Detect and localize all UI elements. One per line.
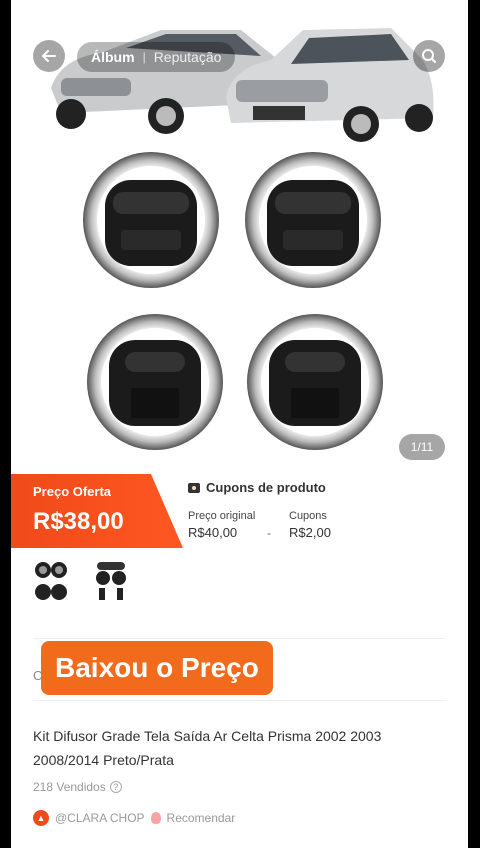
- top-bar: Álbum | Reputação: [11, 38, 468, 74]
- original-price-label: Preço original: [188, 510, 256, 522]
- tab-reputation[interactable]: Reputação: [154, 49, 222, 65]
- divider: [33, 638, 446, 639]
- ticket-icon: [188, 482, 200, 493]
- search-icon: [422, 49, 436, 63]
- search-button[interactable]: [413, 40, 445, 72]
- coupons-value: R$2,00: [289, 525, 331, 540]
- recommend-icon: [150, 812, 161, 824]
- air-vents-image: [83, 152, 383, 450]
- variant-thumbnails: [31, 558, 131, 604]
- image-counter: 1/11: [399, 434, 445, 460]
- offer-price-label: Preço Oferta: [33, 484, 112, 499]
- sold-count-text: 218 Vendidos: [33, 780, 106, 794]
- price-drop-badge: Baixou o Preço: [41, 641, 273, 695]
- product-title: Kit Difusor Grade Tela Saída Ar Celta Pr…: [33, 728, 382, 768]
- app-frame: Álbum | Reputação 1/11 Preço Oferta R$38…: [11, 0, 468, 848]
- back-button[interactable]: [33, 40, 65, 72]
- shop-name[interactable]: @CLARA CHOP: [55, 811, 145, 825]
- original-price-value: R$40,00: [188, 525, 238, 540]
- arrow-left-icon: [41, 50, 56, 62]
- tab-album[interactable]: Álbum: [91, 49, 135, 65]
- coupon-header[interactable]: Cupons de produto: [188, 480, 326, 495]
- product-image-gallery[interactable]: Álbum | Reputação 1/11: [11, 0, 468, 474]
- shop-row[interactable]: ▲ @CLARA CHOP Recomendar: [33, 810, 235, 826]
- variant-thumbnail[interactable]: [91, 558, 131, 604]
- gallery-tabs: Álbum | Reputação: [77, 42, 236, 72]
- tab-separator: |: [142, 50, 146, 64]
- coupons-label: Cupons: [289, 510, 327, 522]
- divider: [33, 700, 446, 701]
- sold-count: 218 Vendidos ?: [33, 780, 122, 794]
- coupon-title: Cupons de produto: [206, 480, 326, 495]
- recommend-label[interactable]: Recomendar: [167, 811, 236, 825]
- price-banner: Preço Oferta R$38,00 Cupons de produto P…: [11, 474, 468, 548]
- shop-icon: ▲: [33, 810, 49, 826]
- offer-price-value: R$38,00: [33, 508, 124, 535]
- minus-separator: -: [267, 526, 271, 540]
- help-icon[interactable]: ?: [109, 781, 122, 793]
- variant-thumbnail[interactable]: [31, 558, 71, 604]
